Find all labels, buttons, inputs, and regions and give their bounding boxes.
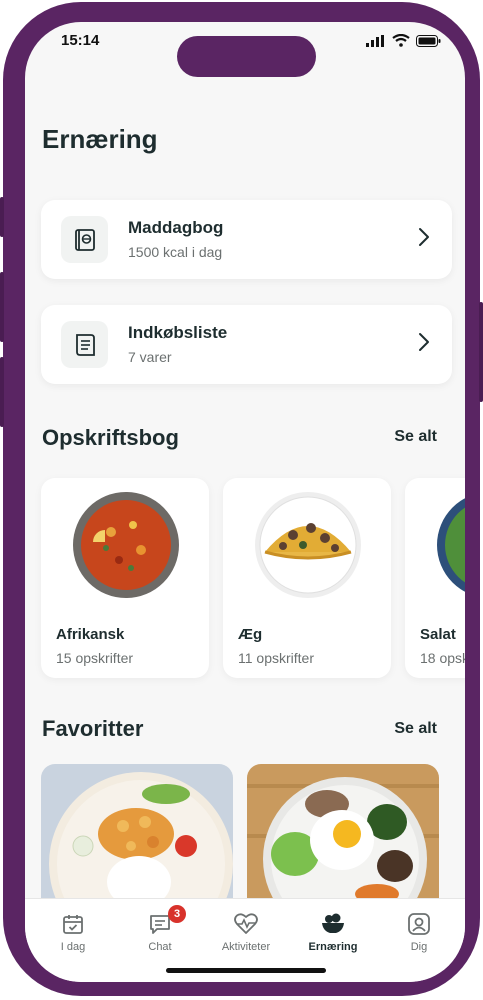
recipe-category-count: 15 opskrifter [56,650,134,666]
signal-icon [366,34,384,47]
profile-icon [408,913,430,935]
recipe-category-count: 18 opskrifter [420,650,465,666]
recipe-category-name: Afrikansk [56,626,125,643]
action-button [0,197,4,237]
favorites-see-all-link[interactable]: Se alt [394,720,437,738]
shopping-list-title: Indkøbsliste [128,323,228,342]
egg-dish-image [255,492,361,598]
food-diary-subtitle: 1500 kcal i dag [128,244,223,260]
calendar-check-icon [63,915,83,934]
tab-activities[interactable]: Aktiviteter [206,911,286,953]
volume-down-button [0,357,4,427]
tab-label: Chat [148,941,172,953]
african-dish-image [73,492,179,598]
tab-today[interactable]: I dag [33,911,113,953]
shopping-list-card[interactable]: Indkøbsliste 7 varer [41,305,452,384]
phone-frame: 15:14 Ernæring Maddagbog 1500 kcal i dag… [0,2,483,996]
food-diary-card[interactable]: Maddagbog 1500 kcal i dag [41,200,452,279]
wifi-icon [392,34,410,47]
volume-up-button [0,272,4,342]
battery-icon [416,34,441,47]
salad-dish-image [437,498,465,592]
favorites-title: Favoritter [42,716,144,741]
status-icons [366,34,441,47]
chevron-right-icon [419,333,429,351]
page-title: Ernæring [42,124,158,154]
home-indicator[interactable] [166,968,326,973]
tab-label: Aktiviteter [221,941,271,953]
bibimbap-image [247,764,439,914]
heart-pulse-icon [234,913,258,934]
recipe-category-count: 11 opskrifter [238,650,314,666]
dynamic-island [177,36,316,77]
tab-nutrition[interactable]: Ernæring [293,911,373,953]
food-diary-title: Maddagbog [128,218,224,237]
chat-unread-badge: 3 [168,905,186,923]
recipe-category-card[interactable]: Salat 18 opskrifter [405,478,465,678]
shrimp-rice-image [41,764,233,914]
shopping-list-subtitle: 7 varer [128,349,172,365]
shopping-list-icon [61,321,108,368]
tab-profile[interactable]: Dig [379,911,459,953]
tab-label: I dag [60,941,86,953]
status-time: 15:14 [61,32,100,49]
recipe-category-card[interactable]: Afrikansk 15 opskrifter [41,478,209,678]
recipe-category-name: Salat [420,626,456,643]
tab-chat[interactable]: 3 Chat [120,905,200,953]
screen: 15:14 Ernæring Maddagbog 1500 kcal i dag… [25,22,465,982]
tab-label: Dig [410,941,428,953]
favorite-recipe-card[interactable] [41,764,233,914]
chevron-right-icon [419,228,429,246]
tab-label: Ernæring [308,941,358,953]
recipe-category-card[interactable]: Æg 11 opskrifter [223,478,391,678]
food-diary-icon [61,216,108,263]
recipe-category-name: Æg [238,626,263,643]
power-button [479,302,483,402]
recipe-book-see-all-link[interactable]: Se alt [394,428,437,446]
recipe-book-title: Opskriftsbog [42,425,179,450]
favorite-recipe-card[interactable] [247,764,439,914]
bowl-icon [322,913,344,933]
